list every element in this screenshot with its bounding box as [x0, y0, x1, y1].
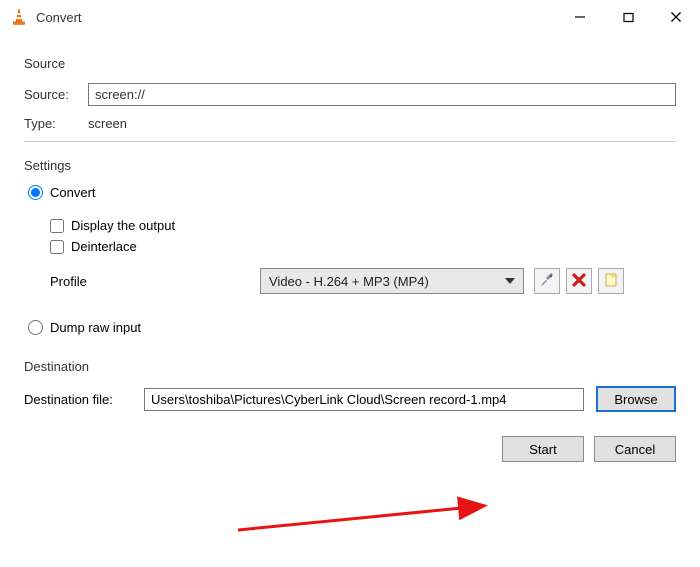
close-button[interactable]	[652, 0, 700, 34]
delete-profile-button[interactable]	[566, 268, 592, 294]
dump-raw-label: Dump raw input	[50, 320, 141, 335]
deinterlace-label: Deinterlace	[71, 239, 137, 254]
profile-select[interactable]: Video - H.264 + MP3 (MP4)	[260, 268, 524, 294]
cancel-button-label: Cancel	[615, 442, 655, 457]
deinterlace-checkbox[interactable]	[50, 240, 64, 254]
destination-section-label: Destination	[24, 359, 676, 374]
chevron-down-icon	[505, 278, 515, 284]
browse-button-label: Browse	[614, 392, 657, 407]
minimize-button[interactable]	[556, 0, 604, 34]
new-document-icon	[603, 272, 619, 291]
separator	[24, 141, 676, 142]
convert-radio[interactable]	[28, 185, 43, 200]
source-input[interactable]	[88, 83, 676, 106]
type-label: Type:	[24, 116, 88, 131]
wrench-icon	[539, 272, 555, 291]
profile-selected-value: Video - H.264 + MP3 (MP4)	[269, 274, 429, 289]
annotation-arrow	[234, 490, 494, 550]
dialog-footer: Start Cancel	[0, 426, 700, 462]
new-profile-button[interactable]	[598, 268, 624, 294]
source-section-label: Source	[24, 56, 676, 71]
destination-file-label: Destination file:	[24, 392, 144, 407]
maximize-button[interactable]	[604, 0, 652, 34]
type-value: screen	[88, 116, 127, 131]
browse-button[interactable]: Browse	[596, 386, 676, 412]
window-title: Convert	[36, 10, 556, 25]
settings-section-label: Settings	[24, 158, 676, 173]
start-button[interactable]: Start	[502, 436, 584, 462]
convert-radio-label: Convert	[50, 185, 96, 200]
title-bar: Convert	[0, 0, 700, 34]
start-button-label: Start	[529, 442, 556, 457]
profile-label: Profile	[50, 274, 260, 289]
display-output-checkbox[interactable]	[50, 219, 64, 233]
destination-input[interactable]	[144, 388, 584, 411]
dump-raw-radio[interactable]	[28, 320, 43, 335]
cancel-button[interactable]: Cancel	[594, 436, 676, 462]
window-controls	[556, 0, 700, 34]
source-label: Source:	[24, 87, 88, 102]
vlc-cone-icon	[10, 8, 28, 26]
edit-profile-button[interactable]	[534, 268, 560, 294]
delete-x-icon	[571, 272, 587, 291]
display-output-label: Display the output	[71, 218, 175, 233]
